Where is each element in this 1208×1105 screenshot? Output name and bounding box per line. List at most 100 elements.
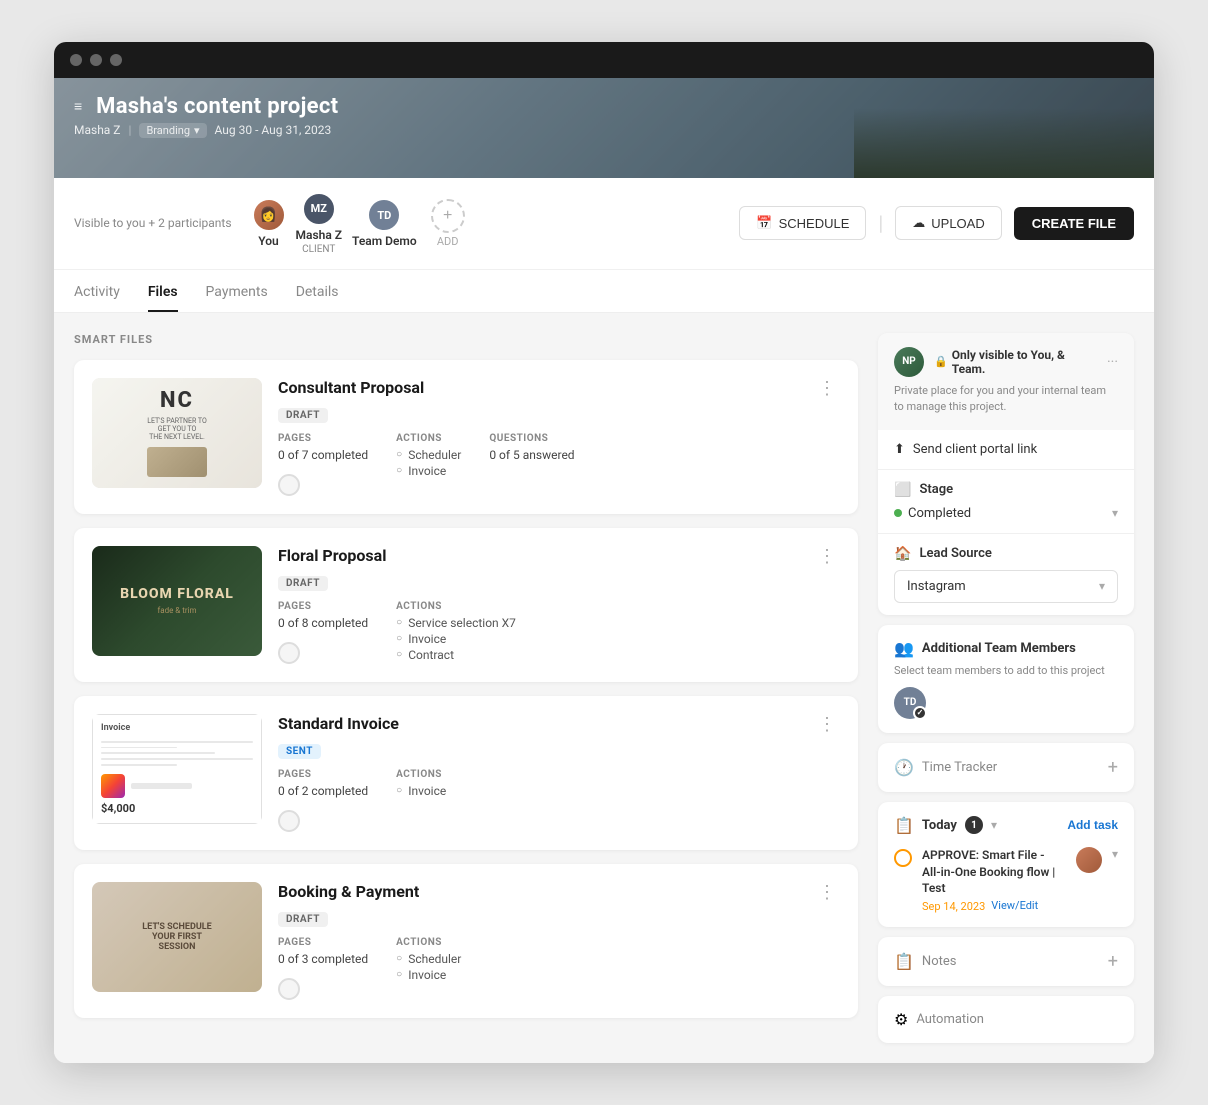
titlebar-dot-3 bbox=[110, 54, 122, 66]
notes-add[interactable]: + bbox=[1108, 951, 1118, 972]
thumb-consultant: NC LET'S PARTNER TOGET YOU TOTHE NEXT LE… bbox=[92, 378, 262, 488]
hero-user: Masha Z bbox=[74, 123, 121, 137]
hero-separator: | bbox=[129, 123, 132, 137]
participants-bar: Visible to you + 2 participants 👩 You MZ… bbox=[54, 178, 1154, 270]
hero-tag-chevron: ▾ bbox=[194, 124, 200, 137]
hero-banner: ≡ Masha's content project Masha Z | Bran… bbox=[54, 78, 1154, 178]
file-card-floral: BLOOM FLORAL fade & trim Floral Proposal… bbox=[74, 528, 858, 682]
tab-payments[interactable]: Payments bbox=[206, 270, 268, 312]
task-content: APPROVE: Smart File - All-in-One Booking… bbox=[922, 847, 1066, 913]
file-card-booking: LET'S SCHEDULEYOUR FIRSTSESSION Booking … bbox=[74, 864, 858, 1018]
avatar-group: 👩 You MZ Masha Z CLIENT TD Team Demo + A… bbox=[252, 192, 465, 255]
badge-consultant: DRAFT bbox=[278, 408, 328, 423]
questions-value-0: 0 of 5 answered bbox=[489, 448, 574, 462]
tab-details[interactable]: Details bbox=[296, 270, 339, 312]
send-portal-link[interactable]: ⬆ Send client portal link bbox=[878, 430, 1134, 470]
team-members-card: 👥 Additional Team Members Select team me… bbox=[878, 625, 1134, 733]
right-panel: NP 🔒 Only visible to You, & Team. ··· Pr… bbox=[878, 333, 1134, 1043]
tab-files[interactable]: Files bbox=[148, 270, 178, 312]
member-avatar-td[interactable]: TD ✓ bbox=[894, 687, 926, 719]
hero-tag[interactable]: Branding ▾ bbox=[139, 123, 206, 138]
automation-icon: ⚙ bbox=[894, 1010, 908, 1029]
file-menu-floral[interactable]: ⋮ bbox=[814, 546, 840, 567]
file-card-consultant: NC LET'S PARTNER TOGET YOU TOTHE NEXT LE… bbox=[74, 360, 858, 514]
actions-label-1: ACTIONS bbox=[396, 601, 516, 612]
pages-value-2: 0 of 2 completed bbox=[278, 784, 368, 798]
file-title-floral: Floral Proposal bbox=[278, 546, 386, 565]
menu-icon[interactable]: ≡ bbox=[74, 98, 82, 115]
stage-dot bbox=[894, 509, 902, 517]
action-item-contract: Contract bbox=[396, 648, 516, 662]
lead-source-select[interactable]: Instagram ▾ bbox=[894, 570, 1118, 603]
pages-label-0: PAGES bbox=[278, 433, 368, 444]
automation-card[interactable]: ⚙ Automation bbox=[878, 996, 1134, 1043]
divider: | bbox=[878, 211, 883, 235]
file-menu-invoice[interactable]: ⋮ bbox=[814, 714, 840, 735]
thumb-booking-wrap: LET'S SCHEDULEYOUR FIRSTSESSION bbox=[92, 882, 262, 992]
task-link[interactable]: View/Edit bbox=[991, 899, 1038, 912]
tab-activity[interactable]: Activity bbox=[74, 270, 120, 312]
lock-icon: 🔒 bbox=[934, 355, 948, 368]
today-chevron[interactable]: ▾ bbox=[991, 818, 997, 832]
add-task-button[interactable]: Add task bbox=[1067, 818, 1118, 832]
file-menu-consultant[interactable]: ⋮ bbox=[814, 378, 840, 399]
schedule-button[interactable]: 📅 SCHEDULE bbox=[739, 206, 866, 240]
checkbox-1[interactable] bbox=[278, 642, 300, 664]
invoice-amount: $4,000 bbox=[101, 802, 253, 815]
notes-icon: 📋 bbox=[894, 952, 914, 971]
checkbox-0[interactable] bbox=[278, 474, 300, 496]
today-count: 1 bbox=[965, 816, 983, 834]
booking-text: LET'S SCHEDULEYOUR FIRSTSESSION bbox=[134, 914, 219, 960]
invoice-color-bar bbox=[101, 774, 125, 798]
badge-floral: DRAFT bbox=[278, 576, 328, 591]
upload-button[interactable]: ☁ UPLOAD bbox=[895, 206, 1001, 240]
lead-source-label: Lead Source bbox=[919, 546, 1118, 561]
lead-source-icon: 🏠 bbox=[894, 546, 911, 562]
actions-list-1: Service selection X7 Invoice Contract bbox=[396, 616, 516, 664]
avatar-you[interactable]: 👩 bbox=[252, 198, 286, 232]
action-item: Invoice bbox=[396, 464, 461, 478]
questions-label-0: QUESTIONS bbox=[489, 433, 574, 444]
project-title: Masha's content project bbox=[96, 94, 338, 119]
you-label: You bbox=[258, 234, 278, 248]
time-tracker-add[interactable]: + bbox=[1108, 757, 1118, 778]
file-info-booking: Booking & Payment DRAFT ⋮ PAGES 0 of 3 c… bbox=[278, 882, 840, 1000]
create-file-button[interactable]: CREATE FILE bbox=[1014, 207, 1134, 240]
team-initials: TD bbox=[377, 209, 391, 222]
file-stats-consultant: PAGES 0 of 7 completed ACTIONS Scheduler… bbox=[278, 433, 840, 496]
automation-label: Automation bbox=[916, 1012, 984, 1027]
task-expand[interactable]: ▾ bbox=[1112, 847, 1118, 861]
lead-chevron: ▾ bbox=[1099, 579, 1105, 593]
team-note-title: Only visible to You, & Team. bbox=[952, 348, 1097, 376]
action-item: Scheduler bbox=[396, 448, 461, 462]
hero-tag-text: Branding bbox=[146, 124, 190, 137]
team-members-icon: 👥 bbox=[894, 639, 914, 658]
calendar-icon: 📋 bbox=[894, 816, 914, 835]
team-note-avatar: NP bbox=[894, 347, 924, 377]
badge-invoice: SENT bbox=[278, 744, 321, 759]
avatar-team[interactable]: TD bbox=[367, 198, 401, 232]
task-date: Sep 14, 2023 bbox=[922, 900, 985, 913]
actions-right: 📅 SCHEDULE | ☁ UPLOAD CREATE FILE bbox=[739, 206, 1134, 240]
lead-source-value: Instagram bbox=[907, 579, 966, 594]
notes-label: Notes bbox=[922, 954, 957, 969]
action-item-service: Service selection X7 bbox=[396, 616, 516, 630]
checkbox-3[interactable] bbox=[278, 978, 300, 1000]
avatar-masha[interactable]: MZ bbox=[302, 192, 336, 226]
task-avatar bbox=[1076, 847, 1102, 873]
time-tracker-label: Time Tracker bbox=[922, 760, 997, 775]
task-item: APPROVE: Smart File - All-in-One Booking… bbox=[894, 847, 1118, 913]
checkbox-2[interactable] bbox=[278, 810, 300, 832]
task-circle[interactable] bbox=[894, 849, 912, 867]
pages-value-1: 0 of 8 completed bbox=[278, 616, 368, 630]
send-portal-icon: ⬆ bbox=[894, 442, 905, 457]
add-participant-button[interactable]: + bbox=[431, 199, 465, 233]
team-note-dots[interactable]: ··· bbox=[1107, 354, 1118, 370]
files-panel: SMART FILES NC LET'S PARTNER TOGET YOU T… bbox=[74, 333, 878, 1043]
team-note-desc: Private place for you and your internal … bbox=[894, 383, 1118, 416]
schedule-icon: 📅 bbox=[756, 215, 772, 231]
stage-value[interactable]: Completed ▾ bbox=[894, 506, 1118, 521]
masha-name: Masha Z bbox=[296, 228, 343, 242]
upload-icon: ☁ bbox=[912, 215, 925, 231]
file-menu-booking[interactable]: ⋮ bbox=[814, 882, 840, 903]
